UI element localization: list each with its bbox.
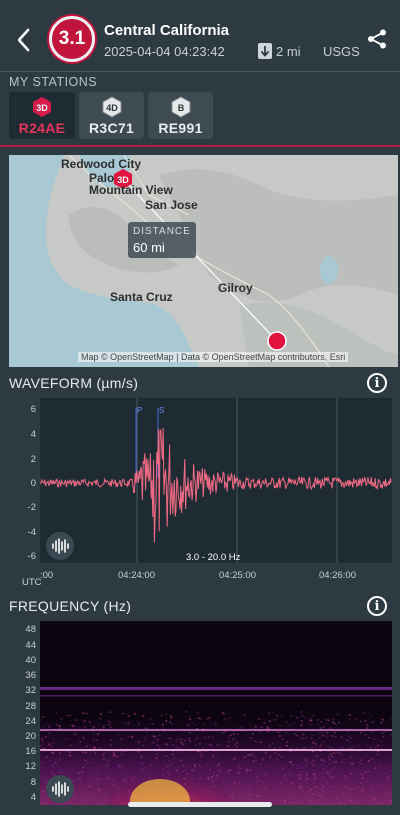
share-icon: [368, 29, 386, 49]
map-place-label: Santa Cruz: [110, 290, 173, 304]
y-tick: 24: [25, 716, 36, 727]
home-indicator[interactable]: [128, 802, 272, 807]
hexagon-badge-icon: 4D: [102, 96, 121, 118]
spectrogram-audio-button[interactable]: [46, 775, 74, 803]
hexagon-badge-icon: 3D: [33, 97, 51, 117]
y-tick: 12: [25, 761, 36, 772]
stations-underline: [0, 145, 400, 147]
station-badge-label: 4D: [106, 103, 118, 113]
y-tick: 6: [30, 404, 36, 415]
y-tick: 0: [30, 478, 36, 489]
waveform-title: WAVEFORM (µm/s): [9, 375, 139, 391]
station-tab-r3c71[interactable]: 4D R3C71: [79, 92, 144, 139]
y-tick: 36: [25, 670, 36, 681]
event-map[interactable]: 3D Redwood City Palo Mountain View San J…: [9, 155, 398, 367]
sound-wave-icon: [52, 781, 69, 797]
y-tick: 40: [25, 655, 36, 666]
sound-wave-icon: [52, 538, 69, 554]
hexagon-badge-icon: B: [171, 96, 190, 118]
waveform-audio-button[interactable]: [46, 532, 74, 560]
frequency-info-button[interactable]: i: [367, 596, 387, 616]
event-region: Central California: [104, 22, 230, 39]
frequency-band-label: 3.0 - 20.0 Hz: [186, 552, 241, 563]
x-tick: 04:24:00: [118, 570, 155, 581]
back-button[interactable]: [12, 26, 36, 54]
distance-value: 60 mi: [133, 240, 165, 255]
map-place-label: San Jose: [145, 198, 198, 212]
s-arrival-label: S: [159, 406, 164, 415]
stations-label: MY STATIONS: [9, 75, 98, 89]
frequency-title: FREQUENCY (Hz): [9, 598, 132, 614]
arrow-down-icon: [258, 43, 272, 59]
event-datetime: 2025-04-04 04:23:42: [104, 44, 225, 59]
y-tick: 16: [25, 746, 36, 757]
p-arrival-label: P: [137, 406, 142, 415]
y-tick: 4: [30, 429, 36, 440]
event-depth: 2 mi: [258, 43, 301, 59]
waveform-trace: P S: [39, 398, 392, 563]
y-tick: 28: [25, 701, 36, 712]
station-tab-re991[interactable]: B RE991: [148, 92, 213, 139]
share-button[interactable]: [366, 28, 388, 50]
info-icon: i: [374, 375, 380, 391]
utc-label: UTC: [22, 577, 42, 588]
event-header: 3.1 Central California 2025-04-04 04:23:…: [0, 0, 400, 72]
magnitude-value: 3.1: [58, 28, 86, 49]
station-code: R24AE: [18, 120, 66, 136]
y-tick: 48: [25, 624, 36, 635]
x-tick: 04:25:00: [219, 570, 256, 581]
y-tick: 4: [30, 792, 36, 803]
y-tick: -2: [27, 502, 36, 513]
y-tick: 20: [25, 731, 36, 742]
x-tick: 04:26:00: [319, 570, 356, 581]
map-place-label: Gilroy: [218, 281, 253, 295]
depth-value: 2 mi: [276, 43, 301, 59]
map-place-label: Redwood City: [61, 157, 141, 171]
header-divider: [0, 71, 400, 72]
spectrogram-image: [40, 687, 392, 805]
y-tick: 8: [30, 777, 36, 788]
y-tick: -4: [27, 527, 36, 538]
map-terrain: 3D: [9, 155, 398, 367]
info-icon: i: [374, 598, 380, 614]
waveform-plot[interactable]: P S: [39, 398, 392, 563]
waveform-info-button[interactable]: i: [367, 373, 387, 393]
station-badge-label: B: [177, 103, 184, 113]
x-tick: :00: [40, 570, 54, 581]
station-code: R3C71: [88, 120, 135, 136]
station-tab-r24ae[interactable]: 3D R24AE: [9, 92, 75, 139]
station-code: RE991: [158, 120, 203, 136]
y-tick: 44: [25, 640, 36, 651]
spectrogram-plot[interactable]: [40, 621, 392, 805]
y-tick: -6: [27, 551, 36, 562]
station-badge-label: 3D: [36, 103, 48, 113]
y-tick: 2: [30, 454, 36, 465]
distance-callout: DISTANCE 60 mi: [128, 222, 196, 258]
magnitude-badge: 3.1: [49, 16, 95, 62]
distance-label: DISTANCE: [133, 226, 191, 237]
event-source: USGS: [323, 44, 360, 59]
y-tick: 32: [25, 685, 36, 696]
map-place-label: Mountain View: [89, 183, 173, 197]
chevron-left-icon: [17, 28, 30, 52]
map-attribution[interactable]: Map © OpenStreetMap | Data © OpenStreetM…: [78, 352, 349, 362]
